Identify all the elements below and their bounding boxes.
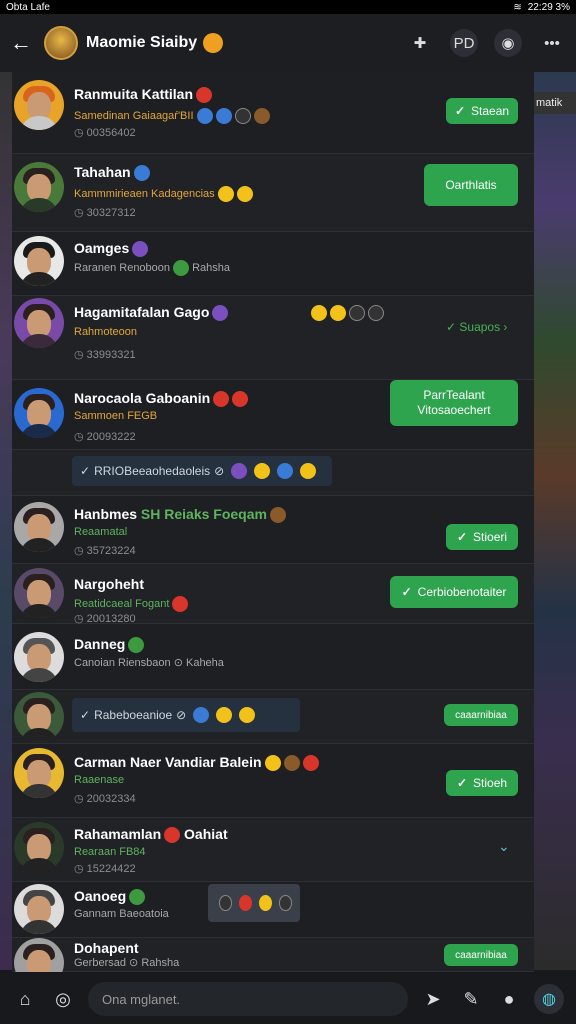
status-left: Obta Lafe	[6, 1, 50, 13]
status-button[interactable]: Oarthlatis	[424, 164, 518, 206]
avatar	[14, 938, 64, 972]
profile-icon[interactable]: ●	[496, 986, 522, 1012]
contact-meta: 33993321	[74, 348, 136, 361]
contact-status: Raranen Renoboon Rahsha	[74, 260, 230, 276]
list-item[interactable]: Narocaola Gaboanin Sammoen FEGB 20093222…	[12, 380, 534, 450]
edge-label: matik	[534, 92, 576, 114]
media-attachment[interactable]: ✓ RRIOBeeaohedaoleis ⊘	[72, 456, 332, 486]
avatar	[14, 568, 64, 618]
status-chip[interactable]: caaarnibiaa	[444, 704, 518, 726]
list-item[interactable]: ✓ Rabeboeanioe ⊘ caaarnibiaa	[12, 690, 534, 744]
header-avatar[interactable]	[44, 26, 78, 60]
list-item[interactable]: Ranmuita Kattilan Samedinan Gaiaagaŕ'BII…	[12, 72, 534, 154]
background-left-edge	[0, 70, 12, 970]
contact-meta: 30327312	[74, 206, 136, 219]
contact-status: Sammoen FEGB	[74, 410, 158, 422]
contact-name: Tahahan	[74, 164, 150, 182]
avatar	[14, 748, 64, 798]
contact-name: Carman Naer Vandiar Balein	[74, 754, 319, 772]
media-attachment[interactable]	[208, 884, 300, 922]
avatar	[14, 298, 64, 348]
list-item[interactable]: Hagamitafalan Gago Rahmoteoon 33993321 ✓…	[12, 296, 534, 380]
status-button[interactable]: ✓ Cerbiobenotaiter	[390, 576, 518, 608]
list-item[interactable]: Oamges Raranen Renoboon Rahsha	[12, 232, 534, 296]
chat-list: Ranmuita Kattilan Samedinan Gaiaagaŕ'BII…	[12, 72, 534, 972]
contact-meta: 00356402	[74, 126, 136, 139]
contact-name: Danneg	[74, 636, 145, 654]
contact-name: Hagamitafalan Gago	[74, 304, 229, 322]
contact-status: Reaamatal	[74, 526, 128, 538]
status-button[interactable]: ParrTealant Vitosaoechert	[390, 380, 518, 426]
contact-meta: 15224422	[74, 862, 136, 875]
list-item[interactable]: Danneg Canoian Riensbaon ⊙ Kaheha	[12, 624, 534, 690]
list-item[interactable]: Dohapent Gerbersad ⊙ Rahsha caaarnibiaa	[12, 938, 534, 972]
background-collage	[532, 70, 576, 970]
compass-icon[interactable]: ◎	[50, 986, 76, 1012]
list-item[interactable]: ✓ RRIOBeeaohedaoleis ⊘	[12, 450, 534, 496]
contact-name: Dohapent	[74, 940, 139, 956]
send-icon[interactable]: ➤	[420, 986, 446, 1012]
compose-icon[interactable]: ✎	[458, 986, 484, 1012]
status-right-text: 22:29 3%	[527, 1, 570, 13]
home-icon[interactable]: ⌂	[12, 986, 38, 1012]
settings-icon[interactable]: ◉	[494, 29, 522, 57]
chevron-down-icon[interactable]: ⌄	[498, 838, 510, 855]
avatar	[14, 162, 64, 212]
avatar	[14, 884, 64, 934]
status-link[interactable]: ✓ Suapos ›	[446, 320, 507, 334]
app-icon[interactable]: ◍	[534, 984, 564, 1014]
avatar	[14, 388, 64, 438]
header-title: Maomie Siaiby	[86, 34, 198, 51]
emoji-strip	[308, 304, 384, 322]
status-chip[interactable]: caaarnibiaa	[444, 944, 518, 966]
contact-status: Samedinan Gaiaagaŕ'BII	[74, 108, 270, 124]
contact-status: Reatidcaeal Fogant	[74, 596, 189, 612]
contact-status: Gannam Baeoatoia	[74, 908, 169, 920]
media-attachment[interactable]: ✓ Rabeboeanioe ⊘	[72, 698, 300, 732]
message-input[interactable]	[88, 982, 408, 1016]
contact-name: Ranmuita Kattilan	[74, 86, 213, 104]
list-item[interactable]: Nargoheht Reatidcaeal Fogant 20013280 ✓C…	[12, 564, 534, 625]
status-bar: Obta Lafe ≋ 22:29 3%	[0, 0, 576, 14]
contact-status: Rearaan FB84	[74, 846, 146, 858]
contact-name: Narocaola Gaboanin	[74, 390, 249, 408]
back-arrow-icon[interactable]: ←	[10, 31, 34, 55]
wifi-icon: ≋	[513, 1, 522, 13]
header-action-button[interactable]: PD	[450, 29, 478, 57]
avatar	[14, 822, 64, 872]
contact-meta: 20032334	[74, 792, 136, 805]
contact-name: Hanbmes SH Reiaks Foeqam	[74, 506, 286, 524]
list-item[interactable]: Carman Naer Vandiar Balein Raaenase 2003…	[12, 744, 534, 818]
contact-status: Raaenase	[74, 774, 125, 786]
contact-meta: 20093222	[74, 430, 136, 443]
contact-name: Oanoeg	[74, 888, 146, 906]
avatar	[14, 502, 64, 552]
contact-status: Gerbersad ⊙ Rahsha	[74, 957, 180, 969]
avatar	[14, 692, 64, 742]
list-item[interactable]: Hanbmes SH Reiaks Foeqam Reaamatal 35723…	[12, 496, 534, 564]
contact-meta: 35723224	[74, 544, 136, 557]
status-button[interactable]: ✓ Stioeri	[446, 524, 518, 550]
status-button[interactable]: ✓ Stioeh	[446, 770, 518, 796]
status-button[interactable]: ✓ Staean	[446, 98, 518, 124]
avatar	[14, 236, 64, 286]
contact-status: Rahmoteoon	[74, 326, 137, 338]
more-options-icon[interactable]: •••	[538, 29, 566, 57]
add-contact-icon[interactable]: ✚	[406, 29, 434, 57]
header-emoji-icon	[203, 33, 224, 53]
avatar	[14, 632, 64, 682]
avatar	[14, 80, 64, 130]
bottom-bar: ⌂ ◎ ➤ ✎ ● ◍	[0, 974, 576, 1024]
contact-name: Oamges	[74, 240, 149, 258]
list-item[interactable]: Tahahan Kammmirieaen Kadagencias 3032731…	[12, 154, 534, 232]
contact-name: Nargoheht	[74, 576, 144, 592]
list-item[interactable]: Oanoeg Gannam Baeoatoia	[12, 882, 534, 938]
chat-header: ← Maomie Siaiby ✚ PD ◉ •••	[0, 14, 576, 72]
contact-status: Canoian Riensbaon ⊙ Kaheha	[74, 657, 224, 669]
contact-status: Kammmirieaen Kadagencias	[74, 186, 253, 202]
contact-name: Rahamamlan Oahiat	[74, 826, 228, 844]
list-item[interactable]: Rahamamlan Oahiat Rearaan FB84 15224422 …	[12, 818, 534, 882]
